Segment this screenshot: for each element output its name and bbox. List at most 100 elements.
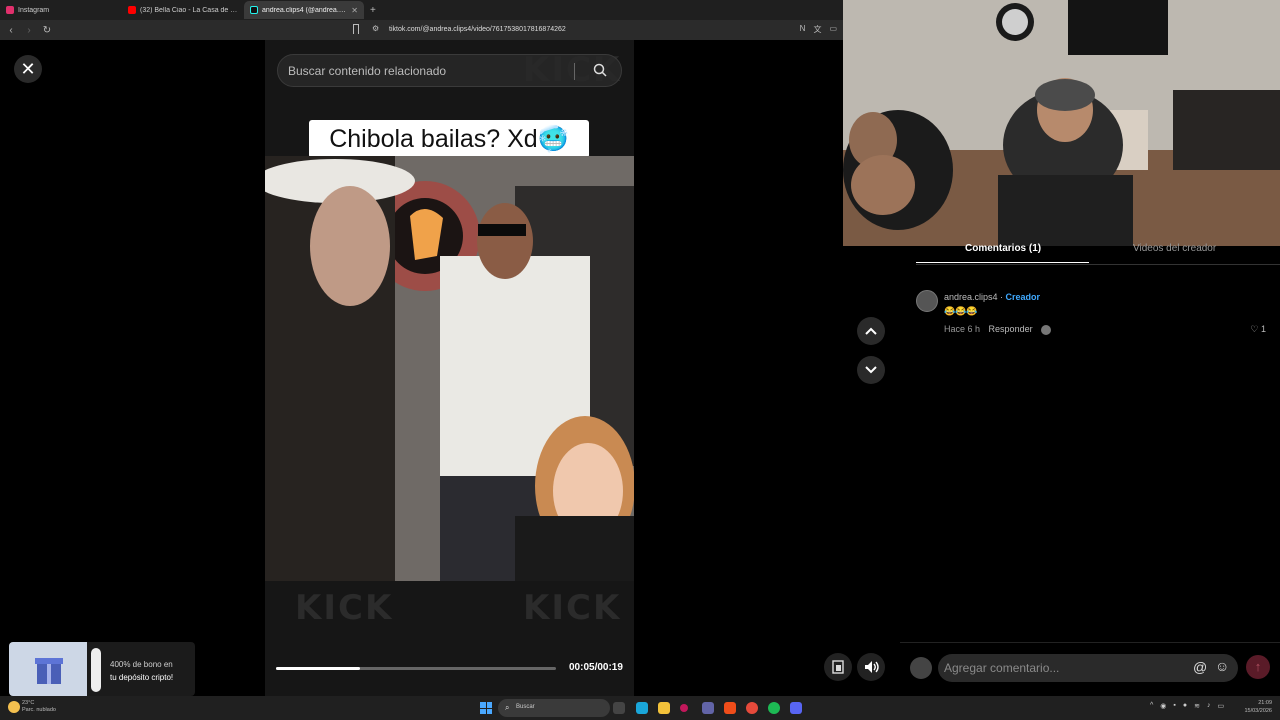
tiktok-icon	[250, 6, 258, 14]
search-icon: ⌕	[505, 703, 510, 712]
post-comment-button[interactable]: ↑	[1246, 655, 1270, 679]
chevron-up-icon[interactable]: ^	[1150, 702, 1153, 710]
promo-banner[interactable]: 400% de bono en tu depósito cripto!	[9, 642, 195, 696]
webcam-overlay	[843, 0, 1280, 246]
tab-label: Instagram	[18, 6, 50, 14]
windows-start-icon[interactable]	[480, 702, 492, 714]
comment-time: Hace 6 h	[944, 324, 981, 334]
volume-icon	[865, 661, 879, 673]
bookmark-icon[interactable]	[353, 24, 359, 34]
weather-icon	[8, 701, 20, 713]
playback-time: 00:05/00:19	[569, 662, 623, 673]
app-tray-icon[interactable]: ▪	[1173, 702, 1175, 710]
spotify-icon[interactable]	[768, 702, 780, 714]
address-actions: N 文 ▭	[800, 24, 837, 35]
comment-meta: Hace 6 h Responder	[944, 324, 1052, 335]
mic-icon[interactable]: ●	[1183, 702, 1187, 710]
clock-time: 21:09	[1258, 700, 1272, 706]
youtube-icon	[128, 6, 136, 14]
new-tab-button[interactable]: +	[370, 5, 376, 16]
volume-icon[interactable]: ♪	[1207, 702, 1211, 710]
reload-icon[interactable]: ↻	[40, 25, 54, 36]
windows-taskbar: 23°C Parc. nublado ⌕ Buscar ^ ◉ ▪ ● ≋ ♪ …	[0, 696, 1280, 720]
comment-author-line: andrea.clips4 · Creador	[944, 292, 1041, 302]
tab-label: (32) Bella Ciao - La Casa de Papel - Y	[140, 6, 238, 14]
search-placeholder: Buscar contenido relacionado	[288, 64, 447, 78]
tab-youtube[interactable]: (32) Bella Ciao - La Casa de Papel - Y	[122, 1, 244, 19]
system-tray: ^ ◉ ▪ ● ≋ ♪ ▭	[1150, 702, 1224, 710]
progress-bar[interactable]	[276, 667, 556, 670]
file-explorer-icon[interactable]	[658, 702, 670, 714]
discord-icon[interactable]	[790, 702, 802, 714]
weather-desc: Parc. nublado	[22, 707, 56, 713]
tab-instagram[interactable]: Instagram	[0, 1, 122, 19]
avatar[interactable]	[916, 290, 938, 312]
heart-icon: ♡	[1250, 324, 1259, 334]
promo-toggle[interactable]	[91, 648, 101, 692]
search-icon[interactable]	[593, 63, 607, 77]
comment-item: andrea.clips4 · Creador 😂😂😂 Hace 6 h Res…	[916, 288, 1266, 338]
site-info-icon[interactable]: ⚙	[372, 24, 379, 33]
video-scene-image	[265, 156, 634, 581]
pip-icon	[832, 660, 844, 674]
close-tab-icon[interactable]: ✕	[351, 6, 358, 15]
comments-panel: Comentarios (1) Videos del creador andre…	[900, 243, 1280, 696]
task-view-icon[interactable]	[613, 702, 625, 714]
browser-tab-strip: Instagram (32) Bella Ciao - La Casa de P…	[0, 0, 843, 20]
reply-button[interactable]: Responder	[989, 324, 1033, 334]
tab-tiktok[interactable]: andrea.clips4 (@andrea.clip… ✕	[244, 1, 364, 19]
taskbar-search-label: Buscar	[516, 704, 535, 710]
edge-icon[interactable]	[636, 702, 648, 714]
wifi-icon[interactable]: ≋	[1194, 702, 1200, 710]
back-icon[interactable]: ‹	[4, 25, 18, 36]
taskbar-search[interactable]: ⌕ Buscar	[498, 699, 610, 717]
extension-icon[interactable]: N	[800, 24, 806, 35]
watermark-text: KICK	[523, 588, 622, 628]
previous-video-button[interactable]	[857, 317, 885, 345]
weather-widget[interactable]: 23°C Parc. nublado	[22, 700, 56, 714]
video-frame	[265, 156, 634, 581]
network-icon[interactable]: ◉	[1160, 702, 1166, 710]
related-search-bar[interactable]: Buscar contenido relacionado	[277, 54, 622, 87]
emoji-icon[interactable]: ☺	[1215, 658, 1229, 674]
translate-icon[interactable]: 文	[813, 24, 821, 35]
promo-line-1: 400% de bono en	[110, 660, 173, 669]
brave-icon[interactable]	[724, 702, 736, 714]
chrome-icon[interactable]	[746, 702, 758, 714]
active-tab-indicator	[916, 262, 1089, 263]
watermark-text: KICK	[295, 588, 394, 628]
tab-label: andrea.clips4 (@andrea.clip…	[262, 6, 348, 14]
instagram-icon	[6, 6, 14, 14]
cast-icon[interactable]: ▭	[829, 24, 837, 35]
app-icon[interactable]	[680, 704, 688, 712]
like-count: 1	[1260, 324, 1266, 334]
weather-temp: 23°C	[22, 700, 35, 706]
creator-badge: Creador	[1005, 292, 1041, 302]
divider	[574, 63, 575, 80]
pip-button[interactable]	[824, 653, 852, 681]
close-viewer-button[interactable]: ✕	[14, 55, 42, 83]
teams-icon[interactable]	[702, 702, 714, 714]
mention-icon[interactable]: @	[1193, 659, 1207, 675]
clock-date: 15/03/2026	[1244, 708, 1272, 714]
comment-input-bar: @ ☺ ↑	[900, 642, 1280, 696]
comment-likes[interactable]: ♡ 1	[1250, 324, 1266, 335]
close-icon: ✕	[20, 59, 36, 79]
next-video-button[interactable]	[857, 356, 885, 384]
tab-comments[interactable]: Comentarios (1)	[965, 243, 1041, 254]
url-field[interactable]: tiktok.com/@andrea.clips4/video/76175380…	[389, 26, 566, 33]
volume-button[interactable]	[857, 653, 885, 681]
chevron-down-icon	[865, 366, 877, 374]
webcam-image	[843, 0, 1280, 246]
tab-creator-videos[interactable]: Videos del creador	[1133, 243, 1216, 254]
comment-author[interactable]: andrea.clips4	[944, 292, 998, 302]
forward-icon[interactable]: ›	[22, 25, 36, 36]
video-viewer: ✕ KICK KICK KICK Buscar contenido relaci…	[0, 40, 885, 696]
chevron-up-icon	[865, 327, 877, 335]
video-player[interactable]: KICK KICK KICK Buscar contenido relacion…	[265, 40, 634, 696]
battery-icon[interactable]: ▭	[1218, 702, 1225, 710]
taskbar-clock[interactable]: 21:09 15/03/2026	[1244, 699, 1272, 715]
comment-text: 😂😂😂	[944, 306, 978, 316]
gift-box-icon	[9, 642, 87, 696]
avatar	[910, 657, 932, 679]
